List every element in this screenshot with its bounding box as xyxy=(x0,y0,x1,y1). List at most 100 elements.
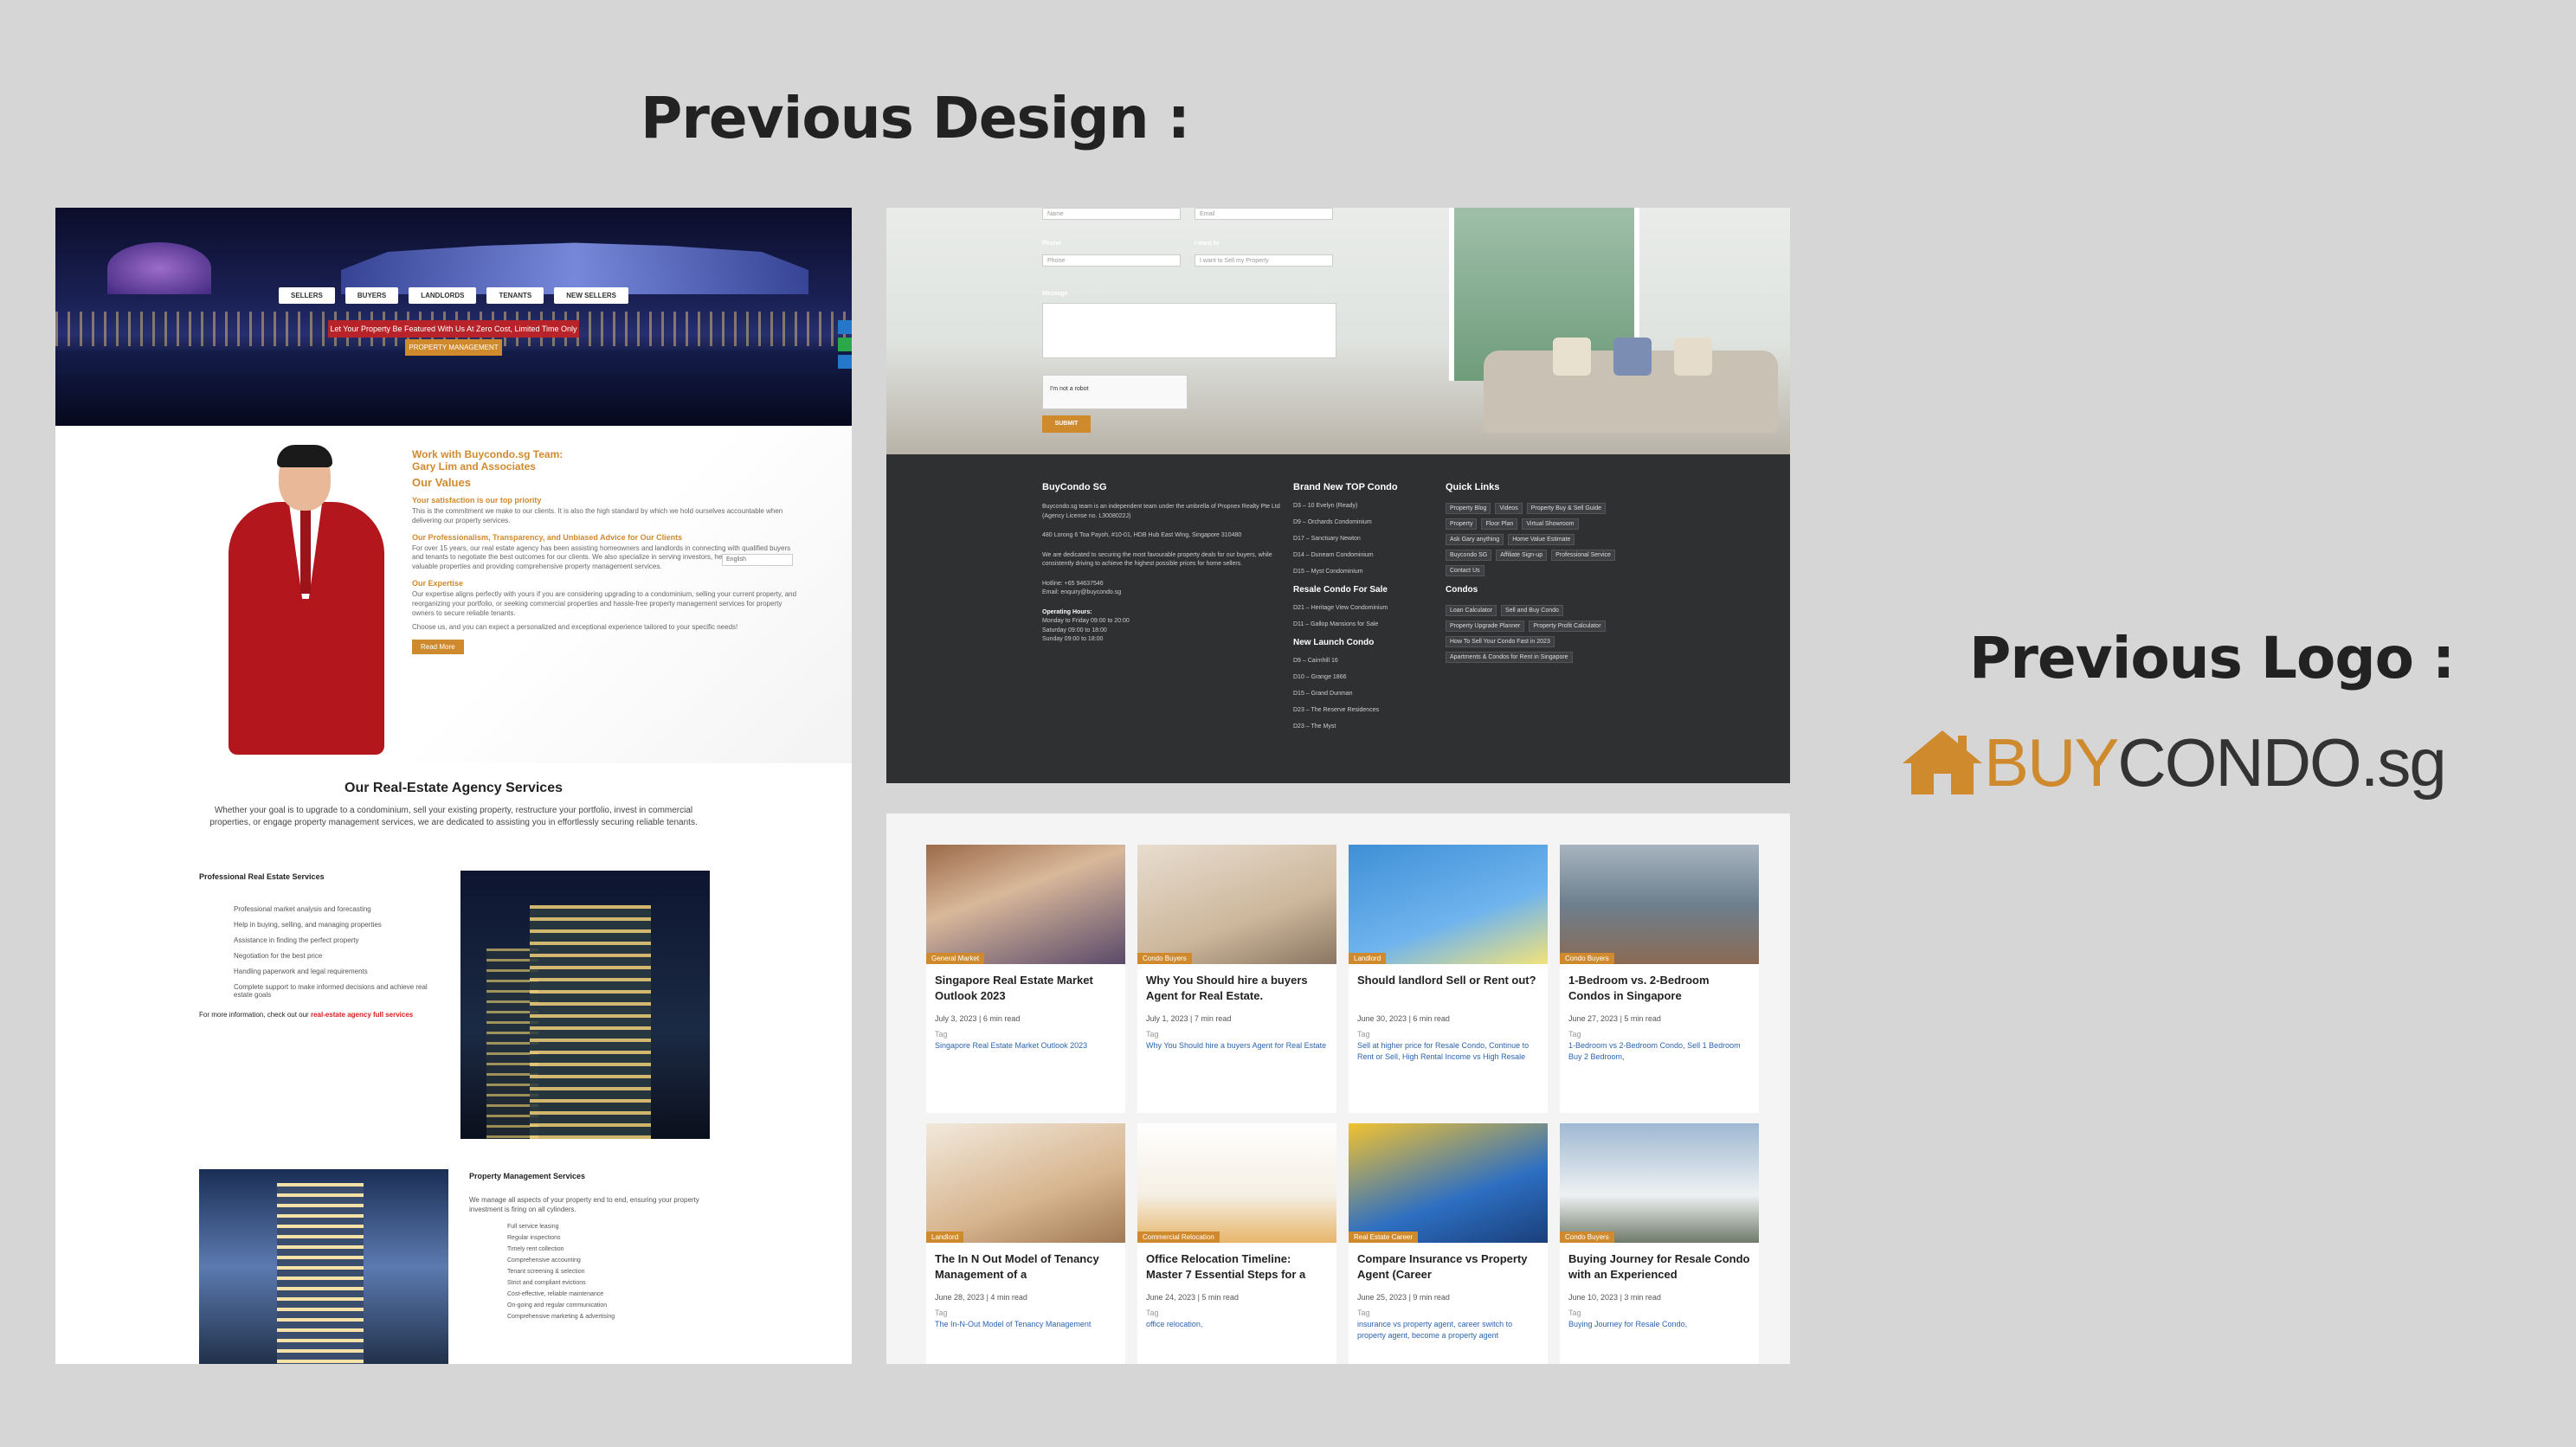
hero-menu-landlords[interactable]: LANDLORDS xyxy=(409,287,477,304)
blog-category-badge[interactable]: Condo Buyers xyxy=(1560,1232,1614,1243)
blog-card[interactable]: Commercial Relocation Office Relocation T… xyxy=(1137,1123,1336,1364)
footer-tag[interactable]: Floor Plan xyxy=(1481,518,1518,530)
blog-thumbnail[interactable]: Condo Buyers xyxy=(1560,845,1759,964)
footer-link[interactable]: D23 – The Myst xyxy=(1293,724,1440,730)
blog-category-badge[interactable]: Landlord xyxy=(926,1232,964,1243)
blog-thumbnail[interactable]: Commercial Relocation xyxy=(1137,1123,1336,1243)
phone-icon[interactable] xyxy=(838,320,852,334)
blog-tags[interactable]: office relocation, xyxy=(1137,1317,1336,1330)
blog-card[interactable]: Condo Buyers Buying Journey for Resale Co… xyxy=(1560,1123,1759,1364)
footer-hotline[interactable]: Hotline: +65 94637546 xyxy=(1042,580,1285,589)
blog-tags[interactable]: Sell at higher price for Resale Condo, C… xyxy=(1349,1039,1548,1062)
footer-col2-title3: New Launch Condo xyxy=(1293,638,1375,647)
blog-tags[interactable]: 1-Bedroom vs 2-Bedroom Condo, Sell 1 Bed… xyxy=(1560,1039,1759,1062)
blog-title[interactable]: The In N Out Model of Tenancy Management… xyxy=(926,1243,1125,1288)
pm-description: We manage all aspects of your property e… xyxy=(469,1196,699,1213)
footer-tag[interactable]: Property Blog xyxy=(1446,503,1491,514)
blog-card[interactable]: Landlord Should landlord Sell or Rent out… xyxy=(1349,845,1548,1113)
footer-tag[interactable]: How To Sell Your Condo Fast in 2023 xyxy=(1446,636,1555,647)
footer-tag[interactable]: Buycondo SG xyxy=(1446,550,1492,561)
full-services-link[interactable]: real-estate agency full services xyxy=(311,1011,413,1019)
blog-card[interactable]: Condo Buyers 1-Bedroom vs. 2-Bedroom Cond… xyxy=(1560,845,1759,1113)
blog-thumbnail[interactable]: Landlord xyxy=(1349,845,1548,964)
intent-select[interactable]: I want to Sell my Property xyxy=(1195,254,1333,267)
footer-tag[interactable]: Ask Gary anything xyxy=(1446,534,1504,545)
blog-title[interactable]: Why You Should hire a buyers Agent for R… xyxy=(1137,964,1336,1009)
blog-thumbnail[interactable]: General Market xyxy=(926,845,1125,964)
blog-category-badge[interactable]: Landlord xyxy=(1349,953,1387,964)
read-more-button[interactable]: Read More xyxy=(412,640,464,655)
blog-thumbnail[interactable]: Real Estate Career xyxy=(1349,1123,1548,1243)
footer-link[interactable]: D9 – Orchards Condominium xyxy=(1293,519,1440,525)
hero-menu-sellers[interactable]: SELLERS xyxy=(278,287,335,304)
whatsapp-icon[interactable] xyxy=(838,338,852,351)
blog-title[interactable]: 1-Bedroom vs. 2-Bedroom Condos in Singap… xyxy=(1560,964,1759,1009)
footer-tag[interactable]: Home Value Estimate xyxy=(1508,534,1575,545)
blog-card[interactable]: General Market Singapore Real Estate Mark… xyxy=(926,845,1125,1113)
hero-menu-tenants[interactable]: TENANTS xyxy=(486,287,544,304)
blog-category-badge[interactable]: Condo Buyers xyxy=(1137,953,1192,964)
message-textarea[interactable] xyxy=(1042,303,1336,358)
site-footer: BuyCondo SG Buycondo.sg team is an indep… xyxy=(886,454,1790,783)
blog-tags[interactable]: Singapore Real Estate Market Outlook 202… xyxy=(926,1039,1125,1051)
property-management-button[interactable]: PROPERTY MANAGEMENT xyxy=(405,339,502,356)
hero-menu-buyers[interactable]: BUYERS xyxy=(345,287,399,304)
footer-tag[interactable]: Property Profit Calculator xyxy=(1529,621,1606,632)
values-title-1: Work with Buycondo.sg Team: xyxy=(412,448,564,460)
blog-title[interactable]: Compare Insurance vs Property Agent (Car… xyxy=(1349,1243,1548,1288)
blog-tags[interactable]: insurance vs property agent, career swit… xyxy=(1349,1317,1548,1341)
footer-tag[interactable]: Contact Us xyxy=(1446,565,1484,576)
footer-tag[interactable]: Property Buy & Sell Guide xyxy=(1526,503,1607,514)
blog-card[interactable]: Landlord The In N Out Model of Tenancy Ma… xyxy=(926,1123,1125,1364)
blog-title[interactable]: Buying Journey for Resale Condo with an … xyxy=(1560,1243,1759,1288)
blog-card[interactable]: Condo Buyers Why You Should hire a buyers… xyxy=(1137,845,1336,1113)
blog-thumbnail[interactable]: Condo Buyers xyxy=(1137,845,1336,964)
hero-menu: SELLERS BUYERS LANDLORDS TENANTS NEW SEL… xyxy=(55,287,852,304)
name-field[interactable]: Name xyxy=(1042,208,1181,220)
language-select[interactable]: English xyxy=(722,554,793,566)
blog-title[interactable]: Singapore Real Estate Market Outlook 202… xyxy=(926,964,1125,1009)
footer-link[interactable]: D15 – Grand Dunman xyxy=(1293,691,1440,697)
footer-tag[interactable]: Professional Service xyxy=(1551,550,1615,561)
blog-card[interactable]: Real Estate Career Compare Insurance vs P… xyxy=(1349,1123,1548,1364)
list-item: Tenant screening & selection xyxy=(507,1268,585,1275)
blog-title[interactable]: Office Relocation Timeline: Master 7 Ess… xyxy=(1137,1243,1336,1288)
hero-promo-banner[interactable]: Let Your Property Be Featured With Us At… xyxy=(328,320,579,338)
footer-tag[interactable]: Apartments & Condos for Rent in Singapor… xyxy=(1446,652,1573,663)
footer-link[interactable]: D9 – Cairnhill 16 xyxy=(1293,658,1440,664)
footer-tag[interactable]: Videos xyxy=(1495,503,1523,514)
blog-tags[interactable]: Buying Journey for Resale Condo, xyxy=(1560,1317,1759,1330)
blog-category-badge[interactable]: General Market xyxy=(926,953,985,964)
blog-tags[interactable]: The In-N-Out Model of Tenancy Management xyxy=(926,1317,1125,1330)
footer-tag[interactable]: Virtual Showroom xyxy=(1522,518,1579,530)
blog-tags[interactable]: Why You Should hire a buyers Agent for R… xyxy=(1137,1039,1336,1051)
footer-tag[interactable]: Sell and Buy Condo xyxy=(1501,605,1563,616)
phone-field[interactable]: Phone xyxy=(1042,254,1181,267)
hero-menu-new-sellers[interactable]: NEW SELLERS xyxy=(554,287,629,304)
footer-tag[interactable]: Loan Calculator xyxy=(1446,605,1497,616)
footer-link[interactable]: D10 – Grange 1866 xyxy=(1293,674,1440,680)
blog-title[interactable]: Should landlord Sell or Rent out? xyxy=(1349,964,1548,1009)
mail-icon[interactable] xyxy=(838,355,852,369)
submit-button[interactable]: SUBMIT xyxy=(1042,415,1091,433)
blog-category-badge[interactable]: Real Estate Career xyxy=(1349,1232,1419,1243)
footer-link[interactable]: D17 – Sanctuary Newton xyxy=(1293,536,1440,542)
recaptcha-checkbox[interactable]: I'm not a robot xyxy=(1042,375,1188,409)
footer-tag[interactable]: Property xyxy=(1446,518,1478,530)
email-field[interactable]: Email xyxy=(1195,208,1333,220)
footer-email[interactable]: Email: enquiry@buycondo.sg xyxy=(1042,588,1285,598)
footer-link[interactable]: D23 – The Reserve Residences xyxy=(1293,707,1440,713)
footer-tag[interactable]: Affiliate Sign-up xyxy=(1496,550,1548,561)
footer-link[interactable]: D21 – Heritage View Condominium xyxy=(1293,605,1440,611)
footer-link[interactable]: D15 – Myst Condominium xyxy=(1293,569,1440,575)
footer-link[interactable]: D14 – Dunearn Condominium xyxy=(1293,552,1440,558)
previous-logo-heading: Previous Logo : xyxy=(1969,625,2455,691)
blog-category-badge[interactable]: Commercial Relocation xyxy=(1137,1232,1220,1243)
blog-thumbnail[interactable]: Landlord xyxy=(926,1123,1125,1243)
footer-link[interactable]: D3 – 10 Evelyn (Ready) xyxy=(1293,503,1440,509)
blog-category-badge[interactable]: Condo Buyers xyxy=(1560,953,1614,964)
blog-thumbnail[interactable]: Condo Buyers xyxy=(1560,1123,1759,1243)
footer-tag[interactable]: Property Upgrade Planner xyxy=(1446,621,1525,632)
footer-link[interactable]: D11 – Gallop Mansions for Sale xyxy=(1293,621,1440,627)
values-sub-3: Our Expertise xyxy=(412,578,464,588)
